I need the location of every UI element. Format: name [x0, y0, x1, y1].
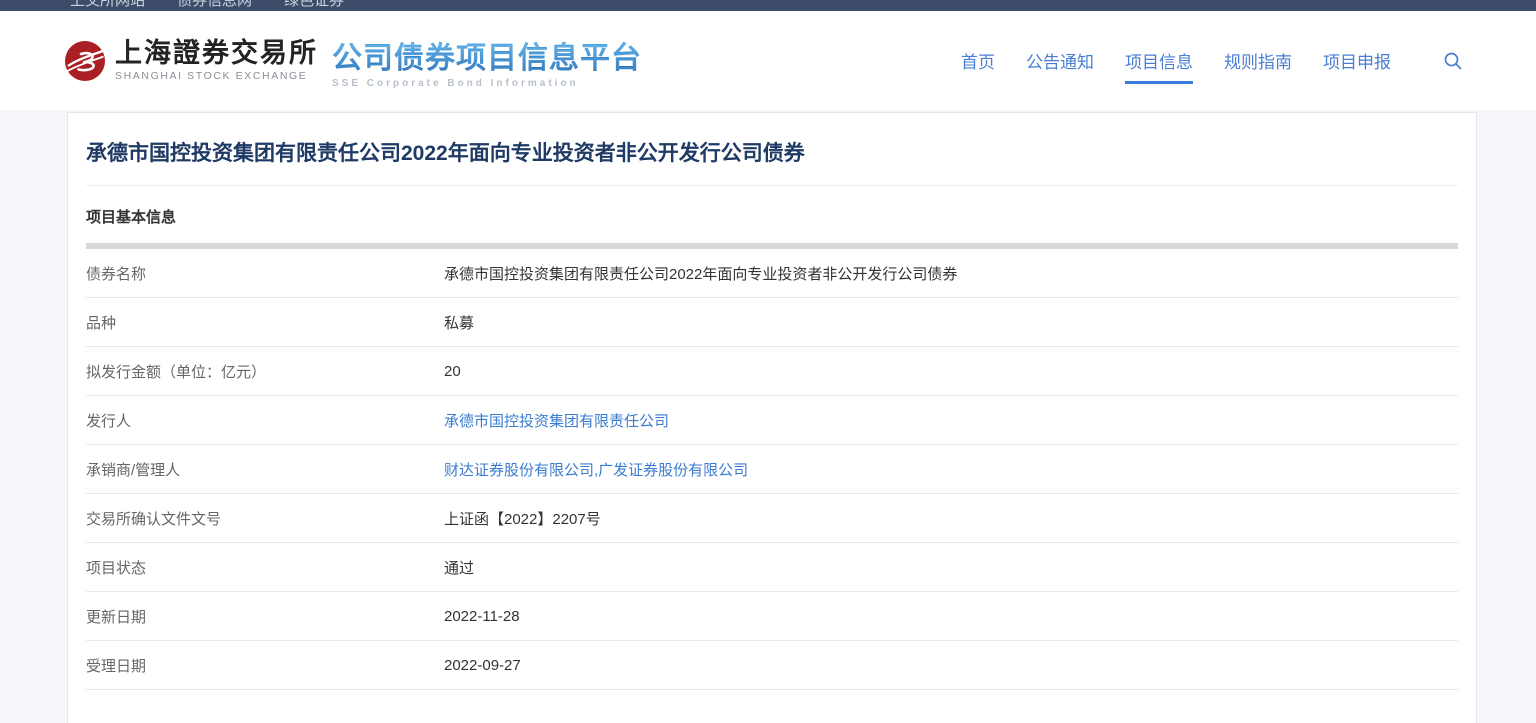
section-title-basic-info: 项目基本信息: [86, 206, 1458, 227]
info-row-value: 上证函【2022】2207号: [444, 508, 601, 529]
info-row-label: 发行人: [86, 410, 444, 431]
info-row: 拟发行金额（单位：亿元）20: [86, 347, 1458, 396]
info-row-value: 2022-11-28: [444, 608, 520, 625]
info-row-label: 拟发行金额（单位：亿元）: [86, 361, 444, 382]
info-row: 品种私募: [86, 298, 1458, 347]
info-row-value: 通过: [444, 557, 474, 578]
site-header: 上海證券交易所 SHANGHAI STOCK EXCHANGE 公司债券项目信息…: [0, 11, 1536, 110]
nav-item-link[interactable]: 规则指南: [1224, 48, 1292, 73]
info-row-value: 承德市国控投资集团有限责任公司2022年面向专业投资者非公开发行公司债券: [444, 263, 957, 284]
project-detail-card: 承德市国控投资集团有限责任公司2022年面向专业投资者非公开发行公司债券 项目基…: [67, 112, 1477, 723]
nav-item-link[interactable]: 项目申报: [1323, 48, 1391, 73]
sse-logo-text: 上海證券交易所 SHANGHAI STOCK EXCHANGE: [115, 39, 318, 81]
info-row-label: 交易所确认文件文号: [86, 508, 444, 529]
info-row-label: 债券名称: [86, 263, 444, 284]
sse-logo-icon: [65, 41, 105, 81]
info-row: 承销商/管理人财达证券股份有限公司,广发证券股份有限公司: [86, 445, 1458, 494]
info-row-value-link[interactable]: 财达证券股份有限公司,广发证券股份有限公司: [444, 459, 748, 480]
nav-item-link[interactable]: 首页: [961, 48, 995, 73]
info-row-value: 私募: [444, 312, 474, 333]
info-row-label: 受理日期: [86, 655, 444, 676]
top-utility-bar: 上交所网站 债券信息网 绿色证券: [0, 0, 1536, 11]
main-nav: 首页 公告通知 项目信息 规则指南 项目申报: [961, 48, 1391, 73]
topbar-link[interactable]: 债券信息网: [177, 0, 252, 10]
info-row: 债券名称承德市国控投资集团有限责任公司2022年面向专业投资者非公开发行公司债券: [86, 249, 1458, 298]
info-row-value: 20: [444, 363, 461, 380]
search-button[interactable]: [1443, 51, 1463, 71]
info-row-value-link[interactable]: 承德市国控投资集团有限责任公司: [444, 410, 669, 431]
project-info-table: 债券名称承德市国控投资集团有限责任公司2022年面向专业投资者非公开发行公司债券…: [86, 249, 1458, 690]
search-icon: [1443, 51, 1463, 71]
nav-item-link[interactable]: 公告通知: [1026, 48, 1094, 73]
platform-cn-title: 公司债券项目信息平台: [332, 33, 642, 77]
page-title: 承德市国控投资集团有限责任公司2022年面向专业投资者非公开发行公司债券: [86, 113, 1458, 186]
sse-logo: 上海證券交易所 SHANGHAI STOCK EXCHANGE 公司债券项目信息…: [65, 33, 642, 89]
info-row-label: 承销商/管理人: [86, 459, 444, 480]
info-row: 发行人承德市国控投资集团有限责任公司: [86, 396, 1458, 445]
info-row: 受理日期2022-09-27: [86, 641, 1458, 690]
info-row-label: 项目状态: [86, 557, 444, 578]
info-row-value: 2022-09-27: [444, 657, 521, 674]
platform-title: 公司债券项目信息平台 SSE Corporate Bond Informatio…: [332, 33, 642, 89]
nav-item-active[interactable]: 项目信息: [1125, 48, 1193, 73]
top-utility-links: 上交所网站 债券信息网 绿色证券: [0, 0, 1536, 10]
topbar-link[interactable]: 上交所网站: [70, 0, 145, 10]
topbar-link[interactable]: 绿色证券: [284, 0, 344, 10]
sse-en-name: SHANGHAI STOCK EXCHANGE: [115, 70, 318, 82]
page-body: 承德市国控投资集团有限责任公司2022年面向专业投资者非公开发行公司债券 项目基…: [0, 110, 1536, 723]
info-row: 更新日期2022-11-28: [86, 592, 1458, 641]
info-row: 交易所确认文件文号上证函【2022】2207号: [86, 494, 1458, 543]
info-row-label: 更新日期: [86, 606, 444, 627]
sse-cn-name: 上海證券交易所: [115, 39, 318, 67]
platform-en-title: SSE Corporate Bond Information: [332, 78, 642, 89]
info-row: 项目状态通过: [86, 543, 1458, 592]
info-row-label: 品种: [86, 312, 444, 333]
